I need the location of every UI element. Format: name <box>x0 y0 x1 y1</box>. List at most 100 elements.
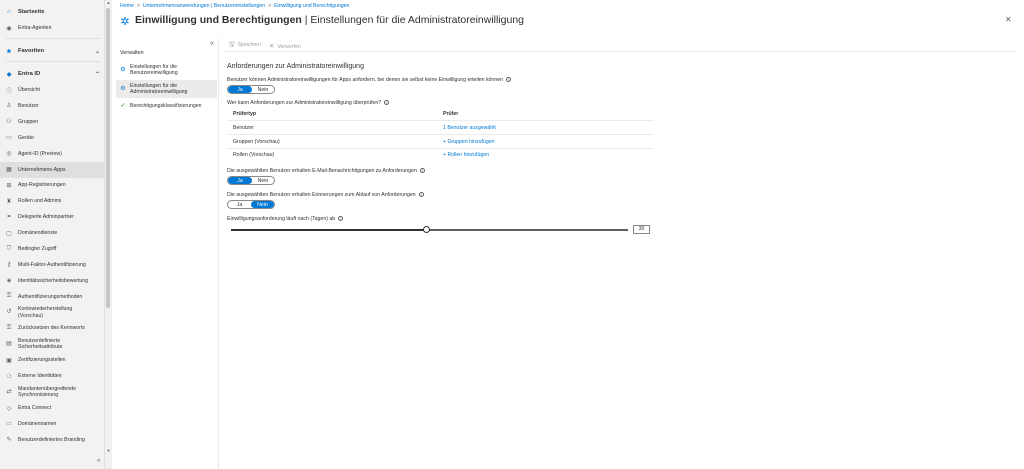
breadcrumb-home[interactable]: Home <box>120 3 134 9</box>
toolbar-divider <box>225 51 1015 52</box>
info-icon[interactable]: i <box>384 100 390 106</box>
sidebar-item-label: Benutzerdefiniertes Branding <box>18 436 85 443</box>
sidebar-item-label: Zertifizierungsstellen <box>18 357 66 364</box>
close-icon[interactable]: ✕ <box>1005 15 1012 24</box>
sidebar-item-16[interactable]: ▤ Benutzerdefinierte Sicherheitsattribute <box>0 336 104 352</box>
recovery-icon: ↺ <box>6 309 12 316</box>
scroll-down-icon[interactable]: ▼ <box>105 448 112 454</box>
toggle-yes[interactable]: Ja <box>228 201 251 208</box>
toggle-no[interactable]: Nein <box>251 201 274 208</box>
toggle-yes[interactable]: Ja <box>228 86 252 93</box>
group-icon: ⚇ <box>6 119 12 126</box>
subnav-permission-classifications[interactable]: ✓ Berechtigungsklassifizierungen <box>116 101 217 111</box>
sidebar-item-17[interactable]: ▣ Zertifizierungsstellen <box>0 352 104 368</box>
sidebar-item-11[interactable]: ⚷ Multi-Faktor-Authentifizierung <box>0 257 104 273</box>
sidebar-item-21[interactable]: ▭ Domänennamen <box>0 416 104 432</box>
chevron-up-icon: ⌃ <box>94 71 100 78</box>
toggle-no[interactable]: Nein <box>252 86 274 93</box>
user-icon: ♙ <box>6 103 12 110</box>
sidebar-item-label: Entra Connect <box>18 405 52 411</box>
subnav-divider <box>218 38 219 469</box>
expiration-reminders-toggle[interactable]: Ja Nein <box>227 200 275 209</box>
sidebar-item-20[interactable]: ◇ Entra Connect <box>0 400 104 416</box>
request-consent-toggle[interactable]: Ja Nein <box>227 85 275 94</box>
sidebar-item-22[interactable]: ✎ Benutzerdefiniertes Branding <box>0 432 104 448</box>
breadcrumb-consent[interactable]: Einwilligung und Berechtigungen <box>274 3 349 9</box>
nav-home-label: Startseite <box>18 9 45 15</box>
breadcrumb-enterprise-apps[interactable]: Unternehmensanwendungen | Benutzereinste… <box>143 3 265 9</box>
sidebar-item-label: Unternehmens-Apps <box>18 166 66 173</box>
sidebar-item-19[interactable]: ⇄ Mandantenübergreifende Synchronisierung <box>0 384 104 400</box>
info-icon[interactable]: i <box>338 216 344 222</box>
collapse-nav-icon[interactable]: « <box>97 458 100 464</box>
question-label: Die ausgewählten Benutzer erhalten Erinn… <box>227 192 416 198</box>
sidebar-item-18[interactable]: ⚆ Externe Identitäten <box>0 368 104 384</box>
table-divider <box>227 148 654 149</box>
info-icon[interactable]: i <box>505 77 511 83</box>
subnav-title: Verwalten <box>120 50 144 56</box>
sidebar-item-label: App-Registrierungen <box>18 182 66 189</box>
save-label: Speichern <box>237 42 261 48</box>
sidebar-item-10[interactable]: ⛉ Bedingter Zugriff <box>0 241 104 257</box>
scroll-up-icon[interactable]: ▲ <box>105 0 112 6</box>
email-notifications-toggle[interactable]: Ja Nein <box>227 176 275 185</box>
toggle-no[interactable]: Nein <box>252 177 274 184</box>
sidebar-item-6[interactable]: ⊞ App-Registrierungen <box>0 177 104 193</box>
slider-thumb[interactable] <box>422 226 430 233</box>
sidebar-item-7[interactable]: ♜ Rollen und Admins <box>0 193 104 209</box>
connect-icon: ◇ <box>6 405 12 412</box>
sidebar-item-9[interactable]: ▢ Domänendienste <box>0 225 104 241</box>
info-icon[interactable]: i <box>419 168 425 174</box>
sidebar-item-14[interactable]: ↺ Kontowiederherstellung (Vorschau) <box>0 305 104 321</box>
sidebar-item-13[interactable]: ⚿ Authentifizierungsmethoden <box>0 289 104 305</box>
subnav-item-label: Berechtigungsklassifizierungen <box>130 102 202 109</box>
add-roles-link[interactable]: + Rollen hinzufügen <box>443 152 489 158</box>
nav-entra-id[interactable]: ◆ Entra ID ⌃ <box>0 66 104 82</box>
table-divider <box>227 134 654 135</box>
save-button[interactable]: 🖫 Speichern <box>229 40 261 51</box>
subnav-admin-consent[interactable]: ⚙ Einstellungen für die Administratoreinw… <box>116 80 217 98</box>
question-label: Wer kann Anforderungen zur Administrator… <box>227 100 382 106</box>
discard-button[interactable]: ✕ Verwerfen <box>269 42 301 50</box>
settings-icon: ⚙ <box>120 85 126 92</box>
sidebar-item-3[interactable]: ▭ Geräte <box>0 130 104 146</box>
nav-entra-id-label: Entra ID <box>18 71 41 77</box>
password-icon: ⚿ <box>6 325 12 332</box>
add-groups-link[interactable]: + Gruppen hinzufügen <box>443 139 494 145</box>
info-icon[interactable]: i <box>418 192 424 198</box>
nav-scrollbar-thumb[interactable] <box>106 8 110 308</box>
question-reviewers: Wer kann Anforderungen zur Administrator… <box>227 100 390 106</box>
diamond-icon: ◆ <box>6 71 12 78</box>
partner-icon: ⚭ <box>6 213 12 220</box>
nav-agents[interactable]: ◉ Entra-Agenten <box>0 20 104 36</box>
sidebar-item-8[interactable]: ⚭ Delegierte Adminpartner <box>0 209 104 225</box>
nav-divider <box>6 38 100 39</box>
discard-label: Verwerfen <box>277 43 301 50</box>
nav-favorites-label: Favoriten <box>18 48 45 54</box>
table-cell-type: Rollen (Vorschau) <box>233 152 275 158</box>
sidebar-item-2[interactable]: ⚇ Gruppen <box>0 114 104 130</box>
select-users-link[interactable]: 1 Benutzer ausgewählt <box>443 125 496 131</box>
toggle-yes[interactable]: Ja <box>228 177 252 184</box>
collapse-subnav-icon[interactable]: « <box>210 40 214 47</box>
branding-icon: ✎ <box>6 436 12 443</box>
nav-favorites[interactable]: ★ Favoriten ⌄ <box>0 43 104 59</box>
expiration-days-input[interactable]: 30 <box>633 225 650 234</box>
sync-icon: ⇄ <box>6 388 12 395</box>
discard-icon: ✕ <box>268 42 275 50</box>
nav-home[interactable]: ⌂ Startseite <box>0 4 104 20</box>
sidebar-item-label: Benutzerdefinierte Sicherheitsattribute <box>18 337 63 351</box>
subnav-user-consent[interactable]: ⚙ Einstellungen für die Benutzereinwillig… <box>116 62 217 78</box>
sidebar-item-0[interactable]: ⓘ Übersicht <box>0 82 104 98</box>
sidebar-item-15[interactable]: ⚿ Zurücksetzen des Kennworts <box>0 321 104 337</box>
breadcrumb: Home > Unternehmensanwendungen | Benutzere… <box>120 3 350 9</box>
domain-services-icon: ▢ <box>6 230 12 237</box>
sidebar-item-4[interactable]: ◎ Agent-ID (Preview) <box>0 146 104 162</box>
sidebar-item-1[interactable]: ♙ Benutzer <box>0 98 104 114</box>
column-header-reviewer-type: Prüfertyp <box>233 111 257 117</box>
more-icon[interactable]: ··· <box>493 16 500 23</box>
sidebar-item-12[interactable]: ◈ Identitätssicherheitsbewertung <box>0 273 104 289</box>
sidebar-item-label: Übersicht <box>18 87 40 93</box>
page-title: Einwilligung und Berechtigungen | Einste… <box>135 14 524 26</box>
sidebar-item-5[interactable]: ▦ Unternehmens-Apps <box>0 161 104 178</box>
